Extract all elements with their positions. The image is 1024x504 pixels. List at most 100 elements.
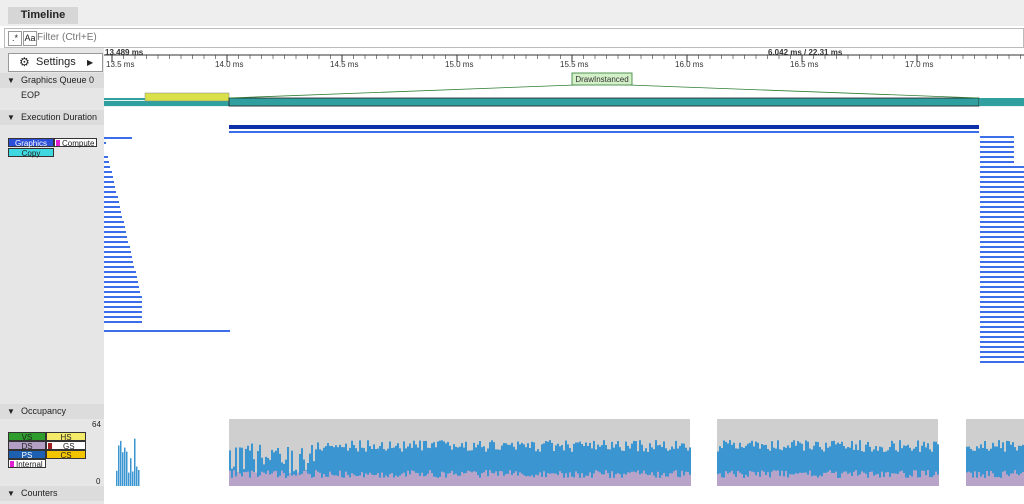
exec-bar[interactable]: [980, 346, 1024, 348]
exec-bar[interactable]: [104, 330, 230, 332]
exec-bar[interactable]: [980, 271, 1024, 273]
exec-bar[interactable]: [980, 141, 1014, 143]
exec-bar[interactable]: [104, 216, 122, 218]
exec-bar[interactable]: [104, 236, 127, 238]
exec-bar[interactable]: [980, 216, 1024, 218]
exec-bar[interactable]: [980, 186, 1024, 188]
queue-event-yellow[interactable]: [144, 92, 230, 102]
exec-bar[interactable]: [980, 246, 1024, 248]
exec-bar[interactable]: [980, 286, 1024, 288]
exec-bar[interactable]: [980, 341, 1024, 343]
exec-bar[interactable]: [104, 286, 139, 288]
exec-bar[interactable]: [980, 326, 1024, 328]
time-ruler[interactable]: 13.489 ms 6.042 ms / 22.31 ms 13.5 ms 14.…: [104, 48, 1024, 69]
exec-bar[interactable]: [104, 256, 132, 258]
exec-bar[interactable]: [104, 246, 130, 248]
exec-bar-long[interactable]: [229, 131, 979, 133]
exec-bar[interactable]: [980, 206, 1024, 208]
exec-bar[interactable]: [980, 201, 1024, 203]
exec-bar[interactable]: [104, 137, 132, 139]
row-execution-duration[interactable]: ▼ Execution Duration: [0, 110, 104, 125]
exec-bar[interactable]: [104, 281, 138, 283]
exec-bar[interactable]: [980, 221, 1024, 223]
filter-input[interactable]: [37, 30, 937, 45]
exec-bar[interactable]: [104, 306, 142, 308]
exec-bar[interactable]: [104, 166, 110, 168]
row-occupancy[interactable]: ▼ Occupancy: [0, 404, 104, 419]
exec-bar[interactable]: [980, 256, 1024, 258]
exec-bar[interactable]: [104, 196, 118, 198]
exec-bar[interactable]: [104, 176, 113, 178]
exec-bar[interactable]: [104, 156, 108, 158]
exec-bar[interactable]: [104, 206, 120, 208]
exec-bar[interactable]: [980, 331, 1024, 333]
exec-bar[interactable]: [980, 181, 1024, 183]
exec-bar[interactable]: [980, 161, 1014, 163]
queue-event-bar-right[interactable]: [979, 98, 1024, 106]
exec-bar[interactable]: [104, 186, 115, 188]
exec-bar[interactable]: [104, 321, 142, 323]
match-case-toggle-button[interactable]: Aa: [23, 31, 37, 46]
exec-bar[interactable]: [980, 301, 1024, 303]
collapse-triangle-icon[interactable]: ▼: [7, 110, 15, 125]
exec-bar[interactable]: [980, 321, 1024, 323]
exec-bar[interactable]: [104, 171, 112, 173]
exec-bar[interactable]: [980, 226, 1024, 228]
exec-bar[interactable]: [980, 266, 1024, 268]
exec-bar[interactable]: [104, 221, 124, 223]
exec-bar[interactable]: [980, 336, 1024, 338]
exec-bar[interactable]: [104, 261, 133, 263]
collapse-triangle-icon[interactable]: ▼: [7, 73, 15, 88]
exec-bar[interactable]: [980, 146, 1014, 148]
exec-bar-long[interactable]: [229, 125, 979, 129]
exec-bar[interactable]: [980, 251, 1024, 253]
queue-drawinstanced-bar[interactable]: [228, 97, 980, 107]
row-graphics-queue[interactable]: ▼ Graphics Queue 0 EOP: [0, 73, 104, 100]
exec-bar[interactable]: [980, 361, 1024, 363]
exec-bar[interactable]: [980, 236, 1024, 238]
exec-bar[interactable]: [980, 306, 1024, 308]
exec-bar[interactable]: [104, 142, 106, 144]
exec-bar[interactable]: [980, 241, 1024, 243]
exec-bar[interactable]: [980, 151, 1014, 153]
exec-bar[interactable]: [104, 266, 134, 268]
exec-bar[interactable]: [980, 291, 1024, 293]
exec-bar[interactable]: [980, 191, 1024, 193]
exec-bar[interactable]: [104, 231, 126, 233]
exec-bar[interactable]: [980, 261, 1024, 263]
exec-bar[interactable]: [980, 356, 1024, 358]
exec-bar[interactable]: [980, 136, 1014, 138]
exec-bar[interactable]: [980, 281, 1024, 283]
exec-bar[interactable]: [980, 156, 1014, 158]
exec-bar[interactable]: [104, 181, 114, 183]
occupancy-chart[interactable]: [116, 419, 1024, 486]
exec-bar[interactable]: [104, 211, 121, 213]
exec-bar[interactable]: [104, 191, 116, 193]
execution-duration-bars[interactable]: [104, 125, 1024, 363]
exec-bar[interactable]: [104, 201, 119, 203]
exec-bar[interactable]: [104, 226, 125, 228]
exec-bar[interactable]: [104, 316, 142, 318]
exec-bar[interactable]: [104, 291, 140, 293]
exec-bar[interactable]: [104, 241, 128, 243]
exec-bar[interactable]: [980, 166, 1024, 168]
exec-bar[interactable]: [104, 296, 142, 298]
collapse-triangle-icon[interactable]: ▼: [7, 404, 15, 419]
regex-toggle-button[interactable]: .*: [8, 31, 22, 46]
exec-bar[interactable]: [980, 296, 1024, 298]
queue-track[interactable]: DrawInstanced: [104, 72, 1024, 107]
exec-bar[interactable]: [980, 351, 1024, 353]
queue-event-bar[interactable]: [104, 101, 229, 106]
exec-bar[interactable]: [104, 271, 136, 273]
collapse-triangle-icon[interactable]: ▼: [7, 486, 15, 501]
exec-bar[interactable]: [980, 171, 1024, 173]
exec-bar[interactable]: [104, 251, 131, 253]
settings-button[interactable]: ⚙ Settings ▶: [8, 53, 103, 72]
exec-bar[interactable]: [980, 311, 1024, 313]
exec-bar[interactable]: [980, 316, 1024, 318]
timeline-canvas[interactable]: 13.489 ms 6.042 ms / 22.31 ms 13.5 ms 14.…: [104, 46, 1024, 504]
exec-bar[interactable]: [980, 231, 1024, 233]
tab-timeline[interactable]: Timeline: [8, 7, 78, 24]
exec-bar[interactable]: [104, 311, 142, 313]
exec-bar[interactable]: [104, 276, 137, 278]
